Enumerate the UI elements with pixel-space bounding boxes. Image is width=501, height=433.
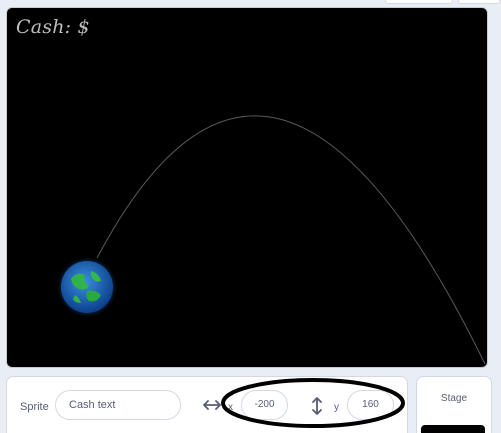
y-position-input[interactable]: 160: [347, 390, 394, 420]
vertical-arrows-icon: [312, 397, 322, 415]
top-tab[interactable]: [458, 0, 500, 4]
x-label: x: [228, 402, 233, 413]
sprite-label: Sprite: [20, 401, 49, 413]
stage-label: Stage: [440, 393, 468, 404]
top-tab[interactable]: [385, 0, 453, 4]
x-position-input[interactable]: -200: [241, 390, 288, 420]
sprite-info-panel: Sprite Cash text x -200 y 160: [6, 376, 408, 433]
horizontal-arrows-icon: [203, 400, 221, 410]
scratch-editor: Cash: $ Sprite Cash text x -200 y 160 St…: [0, 0, 501, 433]
stage-canvas[interactable]: Cash: $: [6, 7, 488, 368]
y-label: y: [334, 402, 339, 413]
earth-globe-icon[interactable]: [57, 257, 117, 317]
sprite-name-input[interactable]: Cash text: [55, 390, 181, 420]
stage-selector-panel[interactable]: Stage: [416, 376, 492, 433]
stage-thumbnail[interactable]: [421, 425, 485, 433]
